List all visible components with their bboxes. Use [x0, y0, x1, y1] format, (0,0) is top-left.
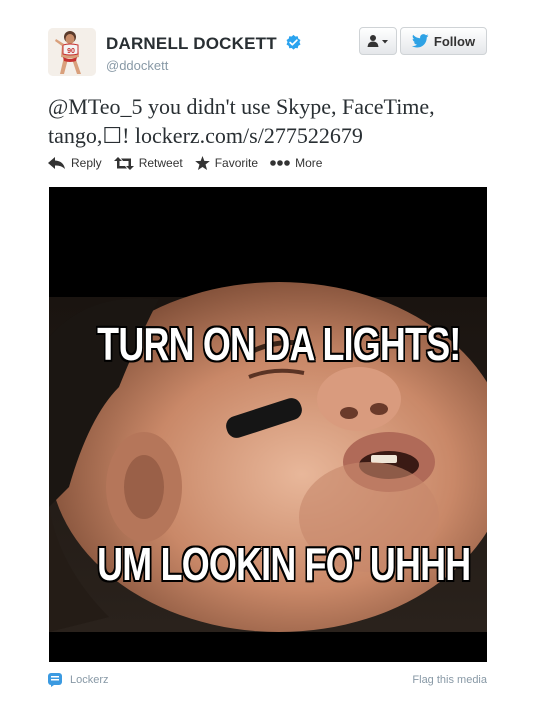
star-icon	[194, 156, 210, 170]
reply-action[interactable]: Reply	[48, 156, 102, 170]
more-dots-icon	[270, 160, 290, 166]
tweet-card: 90 DARNELL DOCKETT @ddockett Follow @MTe…	[0, 0, 537, 703]
retweet-action[interactable]: Retweet	[113, 156, 183, 170]
retweet-icon	[113, 156, 134, 170]
verified-badge-icon	[286, 34, 301, 50]
reply-label: Reply	[71, 156, 102, 170]
display-name[interactable]: DARNELL DOCKETT	[106, 34, 277, 54]
avatar[interactable]: 90	[48, 28, 96, 76]
chevron-down-icon	[382, 40, 388, 44]
tweet-media[interactable]: TURN ON DA LIGHTS! UM LOOKIN FO' UHHH	[49, 187, 487, 662]
user-icon	[367, 35, 388, 47]
favorite-action[interactable]: Favorite	[194, 156, 259, 170]
avatar-image: 90	[48, 28, 96, 76]
twitter-bird-icon	[411, 34, 429, 48]
favorite-label: Favorite	[214, 156, 259, 170]
reply-icon	[48, 156, 65, 169]
media-source-link[interactable]: Lockerz	[48, 673, 109, 687]
follow-label: Follow	[433, 33, 476, 49]
media-footer: Lockerz Flag this media	[48, 673, 487, 687]
tweet-actions: Reply Retweet Favorite More	[48, 156, 334, 170]
more-action[interactable]: More	[270, 156, 322, 170]
flag-media-link[interactable]: Flag this media	[412, 674, 487, 686]
lockerz-icon	[48, 673, 62, 687]
user-info: DARNELL DOCKETT @ddockett	[106, 34, 302, 73]
user-handle[interactable]: @ddockett	[106, 58, 302, 73]
media-source-label: Lockerz	[70, 674, 109, 686]
avatar-jersey-number: 90	[67, 48, 75, 55]
user-actions-button[interactable]	[359, 27, 397, 55]
follow-button[interactable]: Follow	[400, 27, 487, 55]
meme-caption-bottom: UM LOOKIN FO' UHHH	[97, 538, 471, 590]
tweet-text: @MTeo_5 you didn't use Skype, FaceTime, …	[48, 94, 435, 148]
more-label: More	[295, 156, 323, 170]
retweet-label: Retweet	[138, 156, 183, 170]
meme-caption-top: TURN ON DA LIGHTS!	[97, 318, 461, 370]
